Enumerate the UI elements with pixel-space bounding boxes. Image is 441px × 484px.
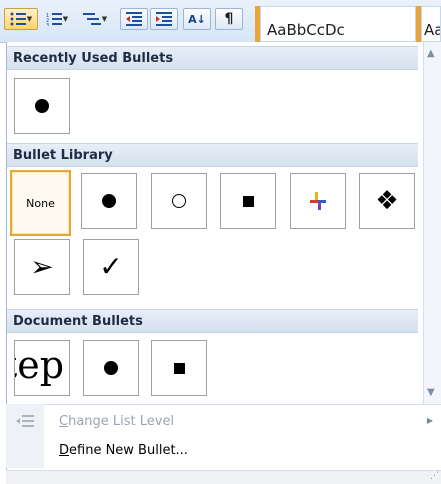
ribbon-toolbar: ▼ 1 2 3 ▼ ▼ A↓ ¶ AaBbCcDc A [0, 0, 441, 43]
multilevel-list-icon [82, 13, 101, 25]
define-new-bullet-menu-item[interactable]: Define New Bullet... [6, 437, 441, 463]
sort-icon: A↓ [188, 12, 206, 26]
increase-indent-icon [156, 12, 172, 26]
resize-grip-icon[interactable]: ⋰ [430, 471, 439, 481]
library-bullet-square[interactable] [220, 173, 276, 229]
color-cross-bullet-icon [310, 192, 326, 210]
filled-circle-bullet-icon [35, 99, 49, 113]
menu-separator [6, 404, 441, 405]
decrease-indent-icon [126, 12, 142, 26]
filled-circle-bullet-icon [104, 361, 118, 375]
decrease-indent-button[interactable] [120, 8, 148, 30]
scroll-up-arrow-icon[interactable]: ▲ [427, 48, 435, 59]
section-header-document: Document Bullets [7, 309, 418, 333]
library-bullet-none-label: None [26, 196, 55, 210]
checkmark-bullet-icon: ✓ [99, 250, 123, 283]
section-header-recent: Recently Used Bullets [7, 46, 418, 70]
style-normal-preview: AaBbCcDc [267, 21, 345, 39]
library-bullet-check[interactable]: ✓ [83, 239, 139, 295]
submenu-arrow-icon: ▶ [426, 416, 433, 425]
gallery-scrollbar[interactable]: ▲ ▼ [423, 42, 441, 404]
four-diamond-bullet-icon: ❖ [375, 186, 399, 216]
library-bullet-color-cross[interactable] [290, 173, 346, 229]
bullets-dropdown-arrow-icon[interactable]: ▼ [27, 15, 32, 23]
list-level-icon [16, 415, 34, 427]
document-bullet-dot[interactable] [83, 340, 139, 396]
multilevel-dropdown-arrow-icon[interactable]: ▼ [102, 15, 107, 23]
document-bullet-square[interactable] [151, 340, 207, 396]
define-new-bullet-label: Define New Bullet... [59, 443, 188, 458]
numbering-button[interactable]: 1 2 3 ▼ [40, 8, 74, 30]
library-bullet-none[interactable]: None [10, 170, 71, 236]
numbered-list-icon: 1 2 3 [46, 13, 62, 26]
filled-circle-bullet-icon [102, 194, 116, 208]
resize-grip[interactable]: ⋰ [6, 470, 441, 484]
section-header-library: Bullet Library [7, 143, 418, 167]
section-header-library-label: Bullet Library [13, 148, 113, 163]
style-normal[interactable]: AaBbCcDc [260, 6, 416, 42]
pilcrow-icon: ¶ [224, 11, 234, 27]
filled-square-bullet-icon [242, 195, 254, 207]
sort-button[interactable]: A↓ [183, 8, 211, 30]
style-no-spacing[interactable]: Aa [421, 6, 441, 42]
increase-indent-button[interactable] [150, 8, 178, 30]
filled-square-bullet-icon [173, 362, 185, 374]
recent-bullet-dot[interactable] [14, 78, 70, 134]
scroll-down-arrow-icon[interactable]: ▼ [427, 387, 435, 398]
change-list-level-menu-item[interactable]: Change List Level ▶ [6, 408, 441, 434]
arrowhead-bullet-icon: ➢ [30, 250, 54, 283]
svg-text:3: 3 [46, 23, 49, 26]
style-no-spacing-preview: Aa [424, 21, 440, 39]
bullets-button[interactable]: ▼ [4, 8, 38, 30]
hollow-circle-bullet-icon [172, 194, 186, 208]
change-list-level-label: Change List Level [59, 414, 175, 429]
show-hide-formatting-button[interactable]: ¶ [215, 8, 243, 30]
library-bullet-diamond[interactable]: ❖ [359, 173, 415, 229]
document-bullet-text[interactable]: tep [14, 340, 70, 396]
library-bullet-dot[interactable] [81, 173, 137, 229]
section-header-document-label: Document Bullets [13, 314, 143, 329]
library-bullet-ring[interactable] [151, 173, 207, 229]
numbering-dropdown-arrow-icon[interactable]: ▼ [63, 15, 68, 23]
document-bullet-text-sample: tep [15, 343, 65, 387]
multilevel-list-button[interactable]: ▼ [76, 8, 114, 30]
bullets-list-icon [10, 12, 26, 26]
section-header-recent-label: Recently Used Bullets [13, 51, 174, 66]
library-bullet-arrow[interactable]: ➢ [14, 239, 70, 295]
